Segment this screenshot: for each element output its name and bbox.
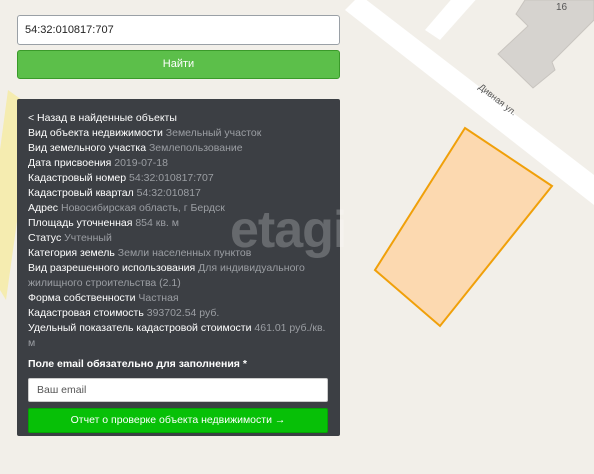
- info-row-key: Кадастровый номер: [28, 172, 127, 184]
- info-row-key: Вид разрешенного использования: [28, 262, 196, 274]
- email-field[interactable]: [28, 378, 328, 402]
- info-row-value: Новосибирская область, г Бердск: [60, 202, 225, 214]
- info-row: Площадь уточненная 854 кв. м: [28, 216, 329, 231]
- info-rows: Вид объекта недвижимости Земельный участ…: [28, 126, 329, 351]
- info-row: Удельный показатель кадастровой стоимост…: [28, 321, 329, 351]
- info-row-key: Форма собственности: [28, 292, 136, 304]
- info-row-value: Земли населенных пунктов: [117, 247, 252, 259]
- info-row-value: Землепользование: [148, 142, 243, 154]
- search-input[interactable]: [17, 15, 340, 45]
- info-row-key: Площадь уточненная: [28, 217, 133, 229]
- info-row-value: 54:32:010817:707: [129, 172, 214, 184]
- info-row-key: Удельный показатель кадастровой стоимост…: [28, 322, 252, 334]
- info-row: Кадастровый квартал 54:32:010817: [28, 186, 329, 201]
- property-report-button[interactable]: Отчет о проверке объекта недвижимости →: [28, 408, 328, 433]
- info-row-value: Учтенный: [64, 232, 112, 244]
- house-number: 16: [556, 2, 568, 13]
- info-row-value: 2019-07-18: [114, 157, 168, 169]
- info-row-key: Вид объекта недвижимости: [28, 127, 163, 139]
- info-row: Кадастровый номер 54:32:010817:707: [28, 171, 329, 186]
- object-info-panel: < Назад в найденные объекты Вид объекта …: [17, 99, 340, 436]
- info-row-value: 854 кв. м: [135, 217, 179, 229]
- info-row-key: Статус: [28, 232, 62, 244]
- info-row-key: Кадастровый квартал: [28, 187, 134, 199]
- info-row-key: Дата присвоения: [28, 157, 112, 169]
- info-row-value: Частная: [138, 292, 179, 304]
- info-row-key: Категория земель: [28, 247, 115, 259]
- info-row: Адрес Новосибирская область, г Бердск: [28, 201, 329, 216]
- back-to-results-link[interactable]: < Назад в найденные объекты: [28, 111, 329, 126]
- info-row: Вид земельного участка Землепользование: [28, 141, 329, 156]
- info-row-key: Кадастровая стоимость: [28, 307, 144, 319]
- info-row-key: Вид земельного участка: [28, 142, 147, 154]
- find-button[interactable]: Найти: [17, 50, 340, 79]
- info-row: Категория земель Земли населенных пункто…: [28, 246, 329, 261]
- info-row-value: 393702.54 руб.: [146, 307, 220, 319]
- email-field-label: Поле email обязательно для заполнения *: [28, 358, 247, 370]
- info-row: Кадастровая стоимость 393702.54 руб.: [28, 306, 329, 321]
- info-row: Статус Учтенный: [28, 231, 329, 246]
- info-row: Вид разрешенного использования Для индив…: [28, 261, 329, 291]
- info-row: Дата присвоения 2019-07-18: [28, 156, 329, 171]
- info-row-value: Земельный участок: [165, 127, 262, 139]
- info-row-value: 54:32:010817: [136, 187, 201, 199]
- info-row: Форма собственности Частная: [28, 291, 329, 306]
- info-row: Вид объекта недвижимости Земельный участ…: [28, 126, 329, 141]
- info-row-key: Адрес: [28, 202, 59, 214]
